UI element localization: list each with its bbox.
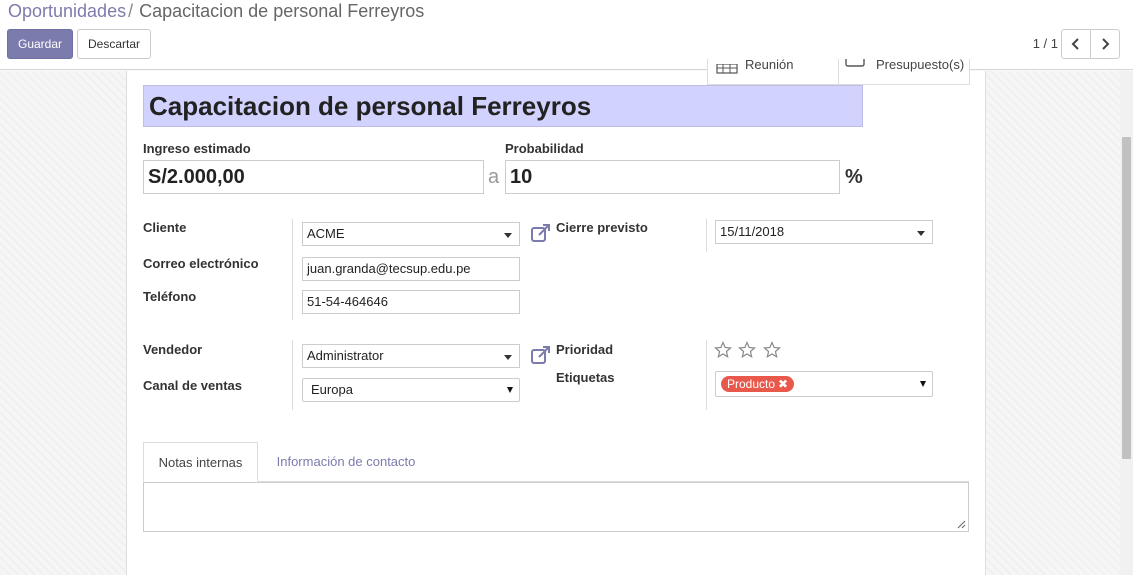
email-input[interactable]: juan.granda@tecsup.edu.pe <box>302 257 520 281</box>
chevron-left-icon <box>1071 38 1079 50</box>
breadcrumb-separator: / <box>128 1 134 21</box>
tag-badge: Producto ✖ <box>721 376 795 392</box>
salesperson-select[interactable]: Administrator <box>302 344 520 368</box>
calendar-icon <box>716 64 738 74</box>
sales-channel-select[interactable]: Europa <box>302 378 520 402</box>
vertical-scrollbar[interactable] <box>1120 71 1133 575</box>
tag-label: Producto <box>727 377 776 391</box>
star-icon[interactable] <box>714 341 732 359</box>
chevron-down-icon[interactable] <box>504 233 512 238</box>
breadcrumb-parent-link[interactable]: Oportunidades <box>8 1 126 21</box>
pager-value[interactable]: 1 / 1 <box>1018 29 1058 59</box>
scrollbar-thumb[interactable] <box>1122 137 1131 459</box>
expected-revenue-input[interactable]: S/2.000,00 <box>143 160 484 194</box>
expected-revenue-label: Ingreso estimado <box>143 141 251 156</box>
meeting-label: Reunión <box>745 57 794 72</box>
pencil-square-icon <box>845 59 865 67</box>
internal-notes-textarea[interactable] <box>143 482 969 532</box>
resize-handle-icon[interactable] <box>956 519 966 529</box>
discard-button[interactable]: Descartar <box>77 29 151 59</box>
save-button[interactable]: Guardar <box>7 29 73 59</box>
chevron-down-icon[interactable] <box>504 355 512 360</box>
customer-label: Cliente <box>143 220 187 235</box>
sales-channel-label: Canal de ventas <box>143 378 242 393</box>
opportunity-title-input[interactable]: Capacitacion de personal Ferreyros <box>143 85 863 127</box>
tab-internal-notes[interactable]: Notas internas <box>143 442 258 482</box>
customer-select[interactable]: ACME <box>302 222 520 246</box>
meeting-smart-button[interactable]: Reunión <box>707 57 839 85</box>
breadcrumb: Oportunidades / Capacitacion de personal F… <box>8 1 424 22</box>
phone-input[interactable]: 51-54-464646 <box>302 290 520 314</box>
salesperson-label: Vendedor <box>143 342 203 357</box>
sales-channel-value: Europa <box>311 382 353 397</box>
tab-contact-info[interactable]: Información de contacto <box>262 442 430 482</box>
probability-input[interactable]: 10 <box>505 160 840 194</box>
priority-label: Prioridad <box>556 342 614 357</box>
chevron-down-icon[interactable] <box>917 231 925 236</box>
expected-closing-date-input[interactable]: 15/11/2018 <box>715 220 933 244</box>
divider <box>292 340 293 410</box>
tags-label: Etiquetas <box>556 370 615 385</box>
close-icon[interactable]: ✖ <box>778 377 788 391</box>
salesperson-value: Administrator <box>307 348 384 363</box>
expected-closing-label: Cierre previsto <box>556 220 648 235</box>
percent-sign: % <box>845 166 863 188</box>
star-icon[interactable] <box>762 341 781 359</box>
external-link-icon[interactable] <box>531 346 551 364</box>
star-icon[interactable] <box>738 341 757 359</box>
divider <box>706 219 707 252</box>
divider <box>292 219 293 320</box>
quotation-smart-button[interactable]: Presupuesto(s) <box>838 57 970 85</box>
email-label: Correo electrónico <box>143 256 259 271</box>
external-link-icon[interactable] <box>531 224 551 242</box>
phone-label: Teléfono <box>143 289 197 304</box>
customer-value: ACME <box>307 226 345 241</box>
pager-next-button[interactable] <box>1090 29 1120 59</box>
chevron-down-icon[interactable] <box>507 387 513 393</box>
chevron-right-icon <box>1102 38 1110 50</box>
pager-previous-button[interactable] <box>1061 29 1091 59</box>
chevron-down-icon[interactable] <box>920 381 926 387</box>
expected-closing-value: 15/11/2018 <box>720 224 785 239</box>
divider <box>706 340 707 410</box>
priority-stars <box>714 341 783 364</box>
quotation-label: Presupuesto(s) <box>876 57 965 72</box>
probability-label: Probabilidad <box>505 141 584 156</box>
at-label: a <box>488 166 500 188</box>
breadcrumb-current: Capacitacion de personal Ferreyros <box>139 1 425 21</box>
